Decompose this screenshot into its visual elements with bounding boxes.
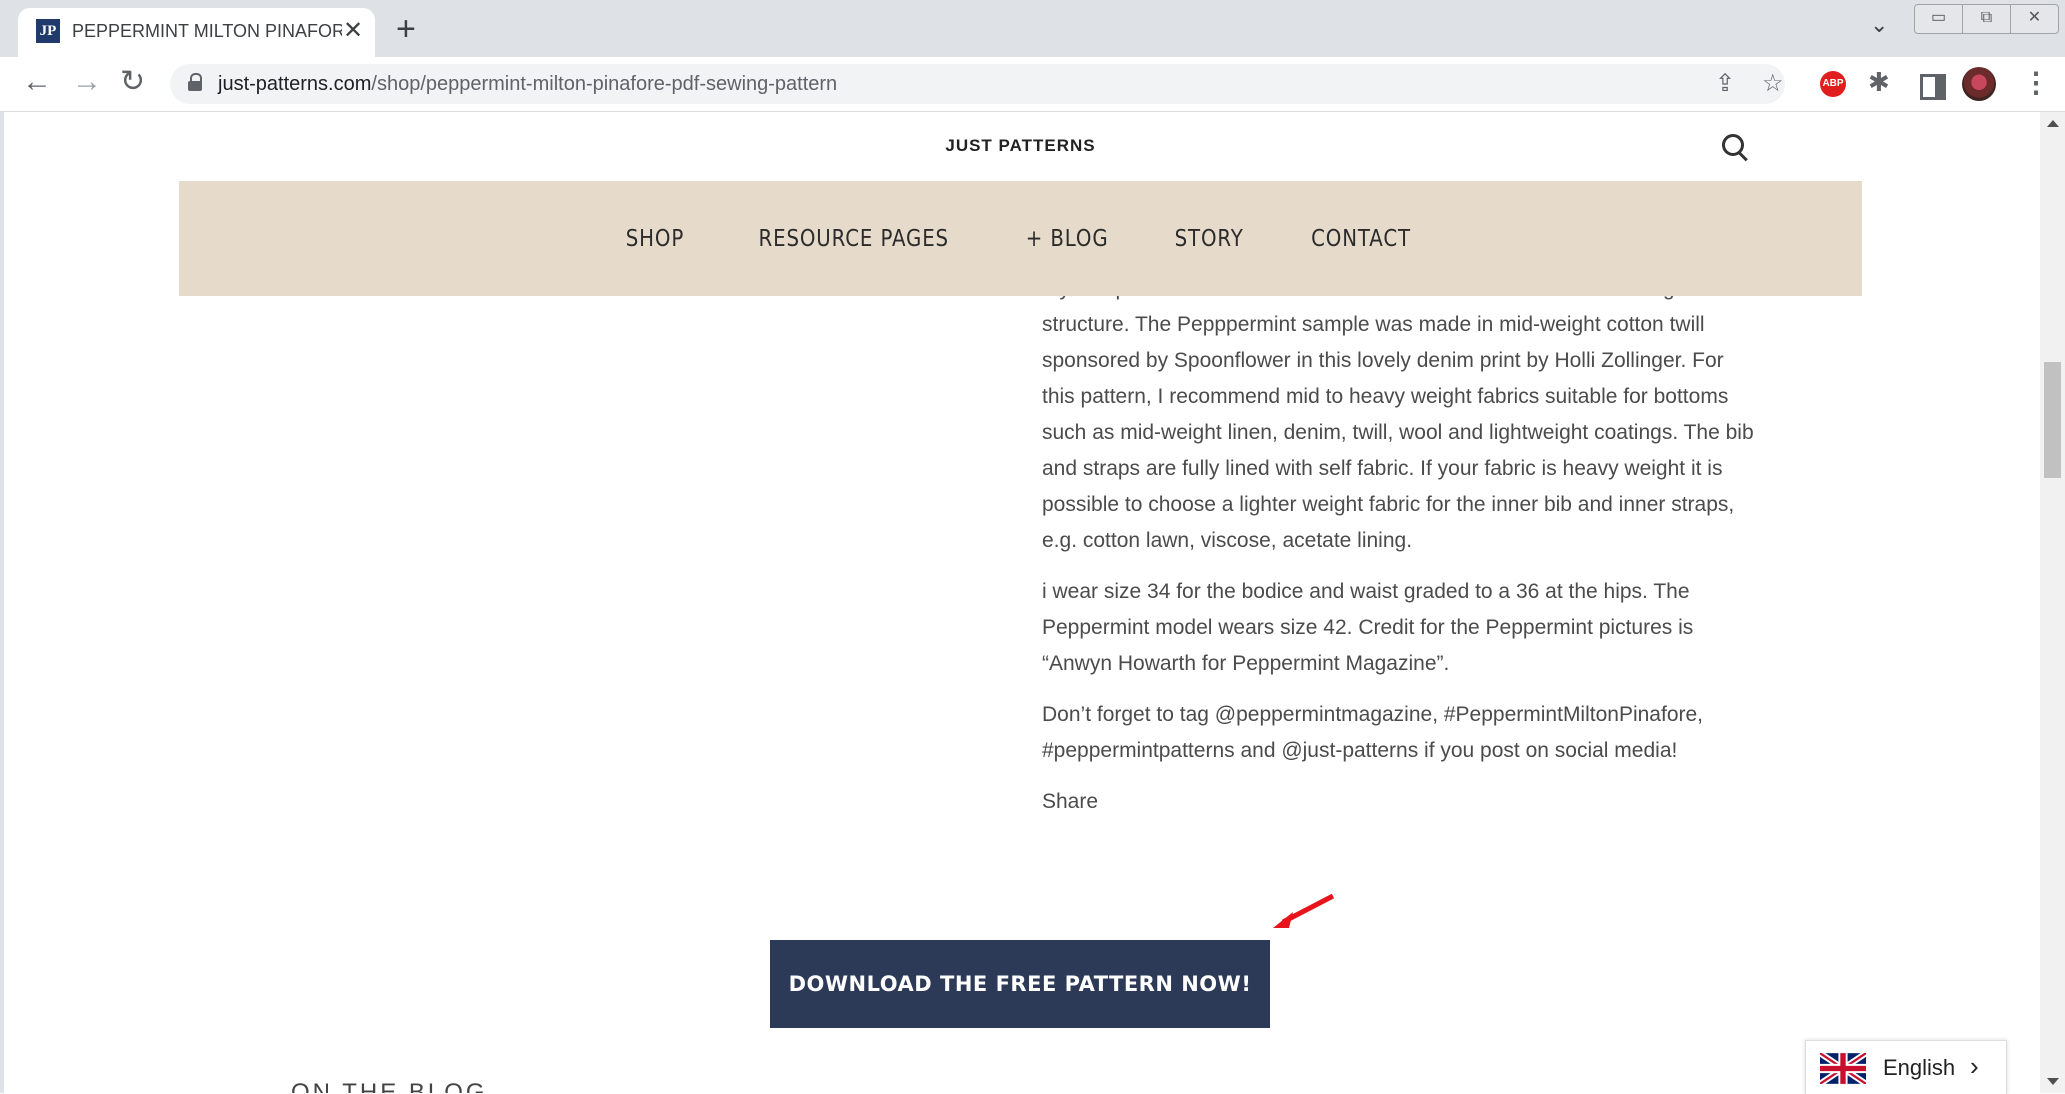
page-content: My sample is cut in a brown wool/viscose… [179,277,1862,1093]
on-the-blog-heading: ON THE BLOG [291,1079,488,1093]
window-controls: ▭ ⧉ ✕ [1914,4,2059,34]
site-navigation: SHOP RESOURCE PAGES + BLOG STORY CONTACT [179,181,1862,296]
description-paragraph: My sample is cut in a brown wool/viscose… [1042,277,1754,552]
address-bar[interactable]: just-patterns.com/shop/peppermint-milton… [170,64,1785,104]
close-window-button[interactable]: ✕ [2011,5,2058,33]
page-viewport: My sample is cut in a brown wool/viscose… [0,112,2040,1093]
browser-tab[interactable]: JP PEPPERMINT MILTON PINAFORE ✕ [18,8,375,57]
new-tab-button[interactable]: + [396,12,416,46]
window-left-edge [0,112,4,1093]
uk-flag-icon [1820,1053,1866,1084]
browser-menu-icon[interactable]: ⋮ [2022,69,2050,97]
reload-icon[interactable]: ↻ [120,66,145,98]
nav-item-story[interactable]: STORY [1175,226,1244,252]
site-favicon-icon: JP [36,19,60,43]
scrollbar-thumb[interactable] [2044,362,2061,478]
back-arrow-icon[interactable]: ← [22,66,52,98]
scroll-down-arrow-icon[interactable] [2047,1078,2059,1085]
page-scrollbar[interactable] [2040,112,2065,1093]
url-host: just-patterns.com [218,73,372,95]
description-paragraph: Don’t forget to tag @peppermintmagazine,… [1042,703,1704,762]
tab-close-icon[interactable]: ✕ [343,17,363,45]
url-path: /shop/peppermint-milton-pinafore-pdf-sew… [371,73,838,95]
chevron-right-icon: › [1970,1051,1979,1081]
site-header: JUST PATTERNS [179,112,1862,181]
share-link[interactable]: Share [1042,784,1762,820]
bookmark-star-icon[interactable]: ☆ [1762,69,1784,98]
download-free-pattern-button[interactable]: DOWNLOAD THE FREE PATTERN NOW! [770,940,1270,1028]
tab-title: PEPPERMINT MILTON PINAFORE [72,21,342,41]
share-icon[interactable]: ⇪ [1715,69,1735,98]
nav-item-shop[interactable]: SHOP [626,226,684,252]
red-arrow-annotation-icon [1273,893,1335,928]
search-icon[interactable] [1722,134,1748,162]
extensions-puzzle-icon[interactable]: ✱ [1868,67,1890,98]
description-paragraph: i wear size 34 for the bodice and waist … [1042,580,1694,675]
side-panel-icon[interactable] [1920,74,1946,100]
scroll-up-arrow-icon[interactable] [2047,120,2059,127]
browser-titlebar: JP PEPPERMINT MILTON PINAFORE ✕ + ⌄ ▭ ⧉ … [0,0,2065,57]
lock-icon[interactable] [188,73,202,91]
language-selector[interactable]: English › [1805,1040,2007,1094]
browser-toolbar: ← → ↻ just-patterns.com/shop/peppermint-… [0,57,2065,112]
adblock-extension-icon[interactable]: ABP [1820,71,1846,97]
restore-button[interactable]: ⧉ [1963,5,2011,33]
nav-item-resource-pages[interactable]: RESOURCE PAGES [759,226,949,252]
profile-avatar[interactable] [1962,67,1996,101]
site-title[interactable]: JUST PATTERNS [179,136,1862,156]
minimize-button[interactable]: ▭ [1915,5,1963,33]
url-text[interactable]: just-patterns.com/shop/peppermint-milton… [218,73,837,96]
forward-arrow-icon[interactable]: → [72,66,102,98]
product-description: My sample is cut in a brown wool/viscose… [1042,271,1762,835]
language-label: English [1883,1055,1956,1080]
tab-search-chevron-icon[interactable]: ⌄ [1870,12,1888,38]
nav-item-contact[interactable]: CONTACT [1312,226,1412,252]
nav-item-blog[interactable]: + BLOG [1026,226,1109,252]
